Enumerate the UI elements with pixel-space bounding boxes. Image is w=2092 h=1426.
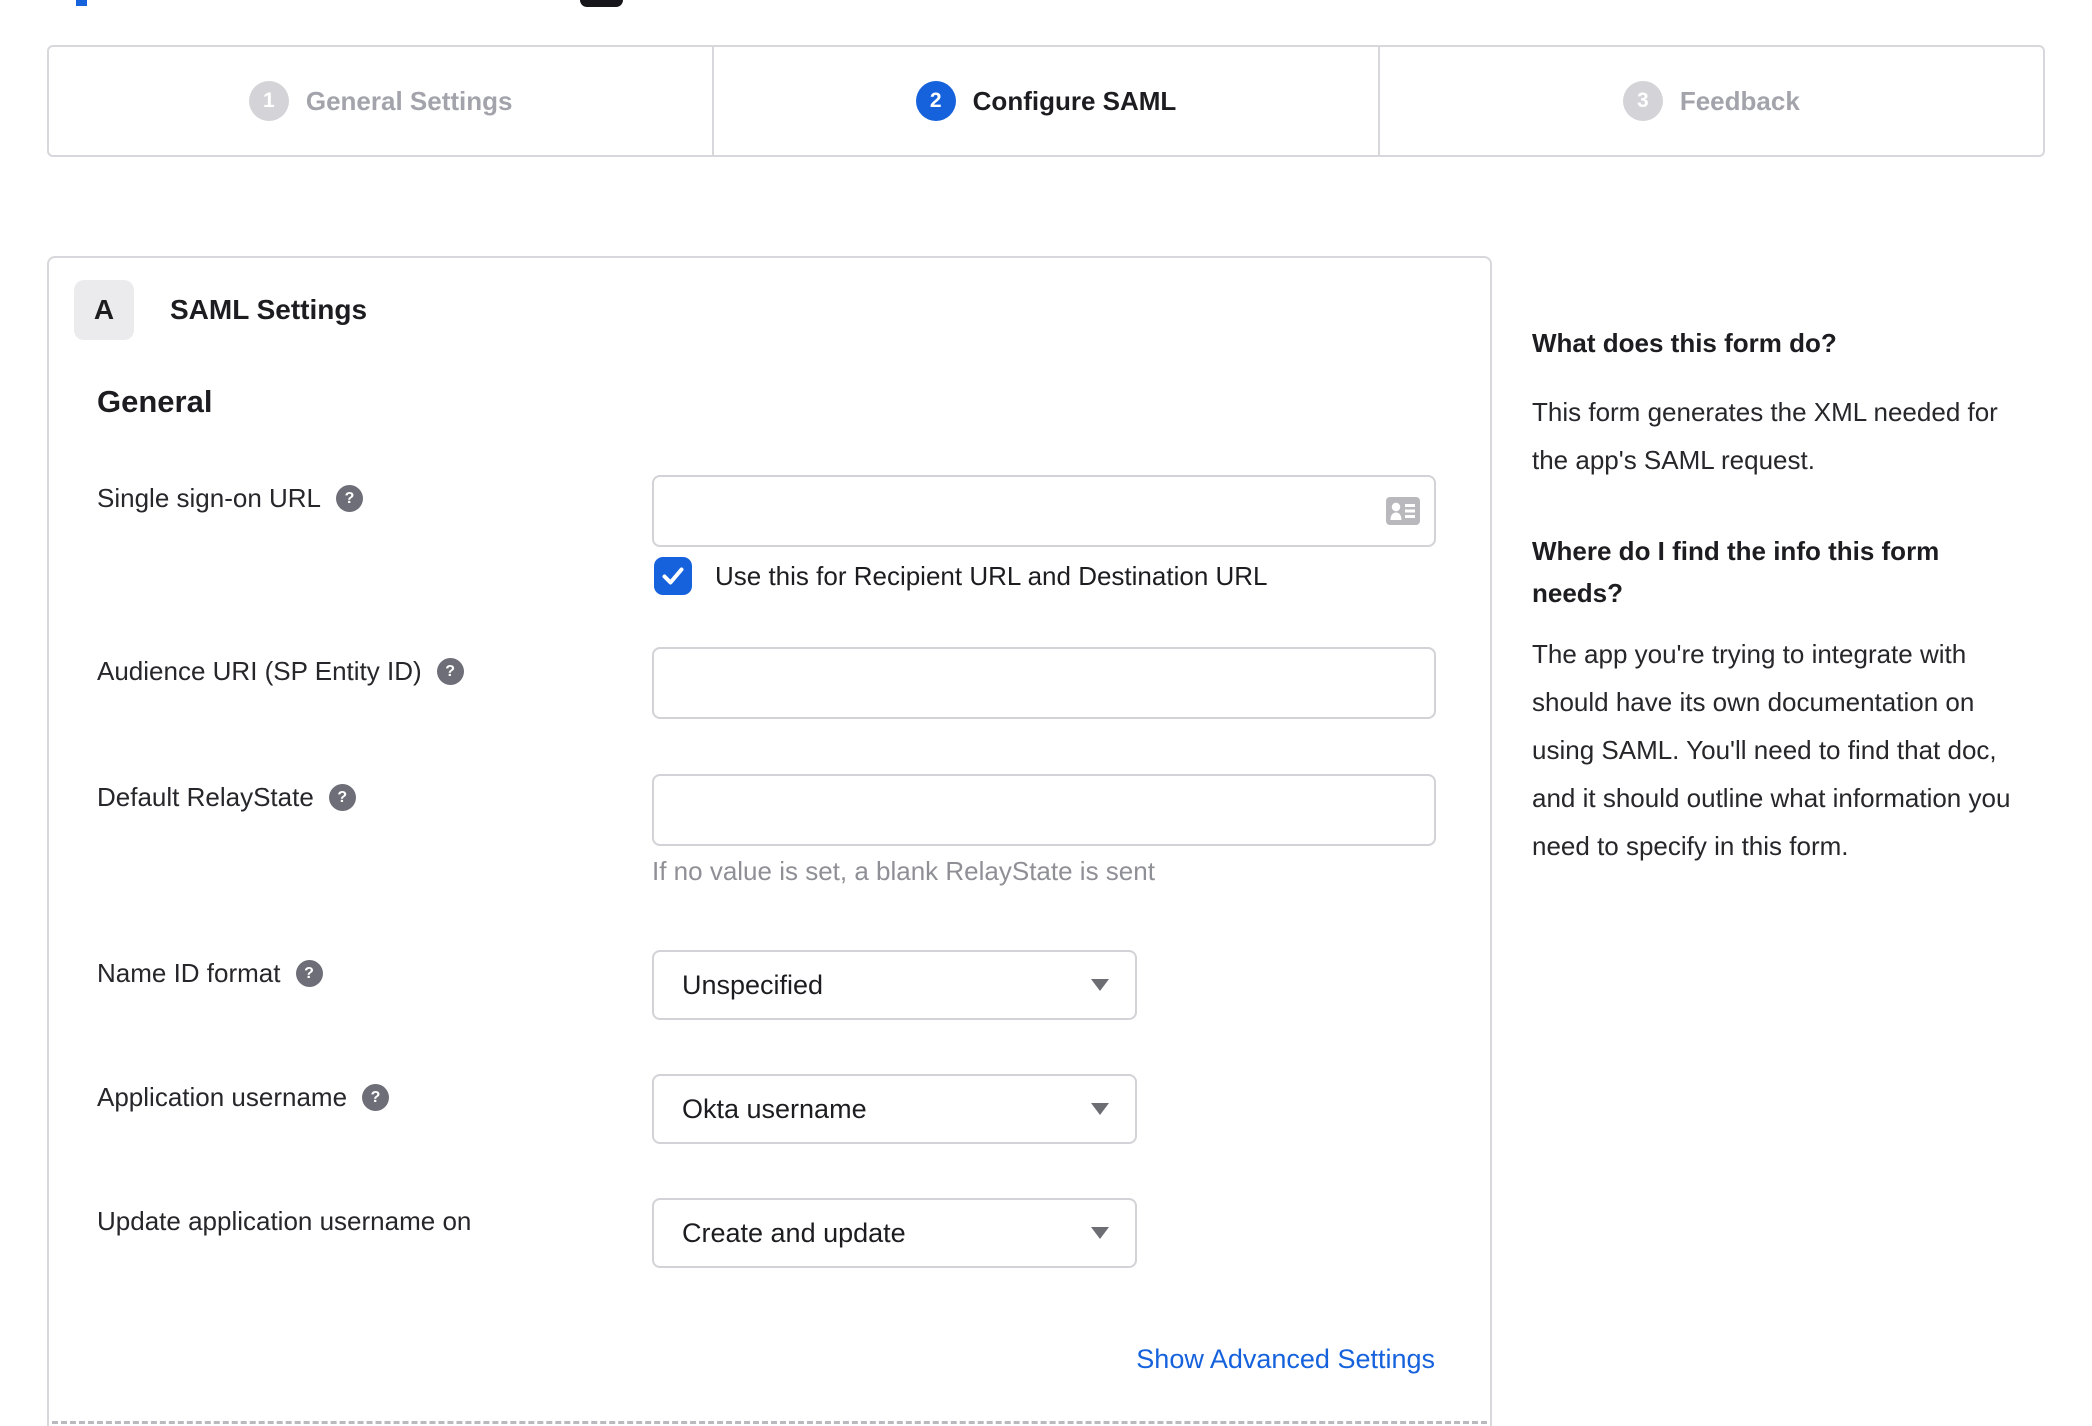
audience-uri-label: Audience URI (SP Entity ID) ?	[97, 656, 464, 687]
step-1-number-badge: 1	[248, 81, 289, 121]
application-username-select[interactable]: Okta username	[652, 1074, 1137, 1144]
field-label-text: Application username	[97, 1082, 348, 1112]
name-id-format-select[interactable]: Unspecified	[652, 950, 1137, 1020]
section-title: SAML Settings	[170, 294, 368, 325]
wizard-stepper: 1 General Settings 2 Configure SAML 3 Fe…	[47, 45, 2045, 157]
general-group-title: General	[97, 384, 213, 419]
chevron-down-icon	[1091, 979, 1109, 991]
field-label-text: Single sign-on URL	[97, 483, 322, 513]
chevron-down-icon	[1091, 1103, 1109, 1115]
help-icon[interactable]: ?	[295, 960, 323, 987]
step-feedback[interactable]: 3 Feedback	[1377, 47, 2043, 155]
page-top-fragment-logo	[580, 0, 623, 7]
help-sidebar: What does this form do? This form genera…	[1532, 326, 2037, 916]
step-general-settings[interactable]: 1 General Settings	[49, 47, 712, 155]
help-icon[interactable]: ?	[362, 1084, 390, 1111]
configure-saml-page: 1 General Settings 2 Configure SAML 3 Fe…	[0, 0, 2092, 1426]
page-top-fragment-blue	[76, 0, 87, 6]
single-sign-on-url-input[interactable]	[652, 475, 1436, 547]
name-id-format-label: Name ID format ?	[97, 958, 323, 989]
step-2-number-badge: 2	[915, 81, 956, 121]
contact-card-icon	[1386, 497, 1420, 525]
help-icon[interactable]: ?	[436, 658, 464, 685]
field-label-text: Default RelayState	[97, 782, 314, 812]
chevron-down-icon	[1091, 1227, 1109, 1239]
relaystate-hint: If no value is set, a blank RelayState i…	[652, 856, 1155, 886]
step-2-label: Configure SAML	[972, 85, 1177, 116]
recipient-url-checkbox-label: Use this for Recipient URL and Destinati…	[715, 560, 1268, 591]
update-application-username-select[interactable]: Create and update	[652, 1198, 1137, 1268]
step-configure-saml[interactable]: 2 Configure SAML	[712, 47, 1377, 155]
select-value: Okta username	[682, 1093, 867, 1124]
help-answer-2: The app you're trying to integrate with …	[1532, 639, 2011, 861]
select-value: Unspecified	[682, 969, 824, 1000]
audience-uri-input[interactable]	[652, 647, 1436, 719]
application-username-label: Application username ?	[97, 1082, 390, 1113]
show-advanced-settings-link[interactable]: Show Advanced Settings	[1136, 1344, 1435, 1375]
help-icon[interactable]: ?	[328, 784, 356, 811]
help-answer-1: This form generates the XML needed for t…	[1532, 397, 1998, 475]
select-value: Create and update	[682, 1217, 906, 1248]
step-1-label: General Settings	[305, 85, 513, 116]
field-label-text: Name ID format	[97, 958, 281, 988]
step-3-label: Feedback	[1679, 85, 1800, 116]
single-sign-on-url-label: Single sign-on URL ?	[97, 483, 364, 514]
step-3-number-badge: 3	[1622, 81, 1663, 121]
update-application-username-label: Update application username on	[97, 1206, 471, 1237]
checkmark-icon	[662, 567, 684, 585]
help-question-1: What does this form do?	[1532, 328, 1837, 358]
field-label-text: Audience URI (SP Entity ID)	[97, 656, 422, 686]
default-relaystate-label: Default RelayState ?	[97, 782, 356, 813]
field-label-text: Update application username on	[97, 1206, 472, 1236]
help-question-2: Where do I find the info this form needs…	[1532, 536, 1940, 608]
section-header: A SAML Settings	[74, 280, 367, 340]
help-icon[interactable]: ?	[336, 485, 364, 512]
section-a-badge: A	[74, 280, 134, 340]
default-relaystate-input[interactable]	[652, 774, 1436, 846]
section-dashed-divider	[52, 1421, 1487, 1424]
recipient-url-checkbox[interactable]	[654, 557, 692, 595]
recipient-url-checkbox-row: Use this for Recipient URL and Destinati…	[654, 557, 1268, 595]
saml-settings-panel: A SAML Settings General Single sign-on U…	[47, 256, 1492, 1426]
